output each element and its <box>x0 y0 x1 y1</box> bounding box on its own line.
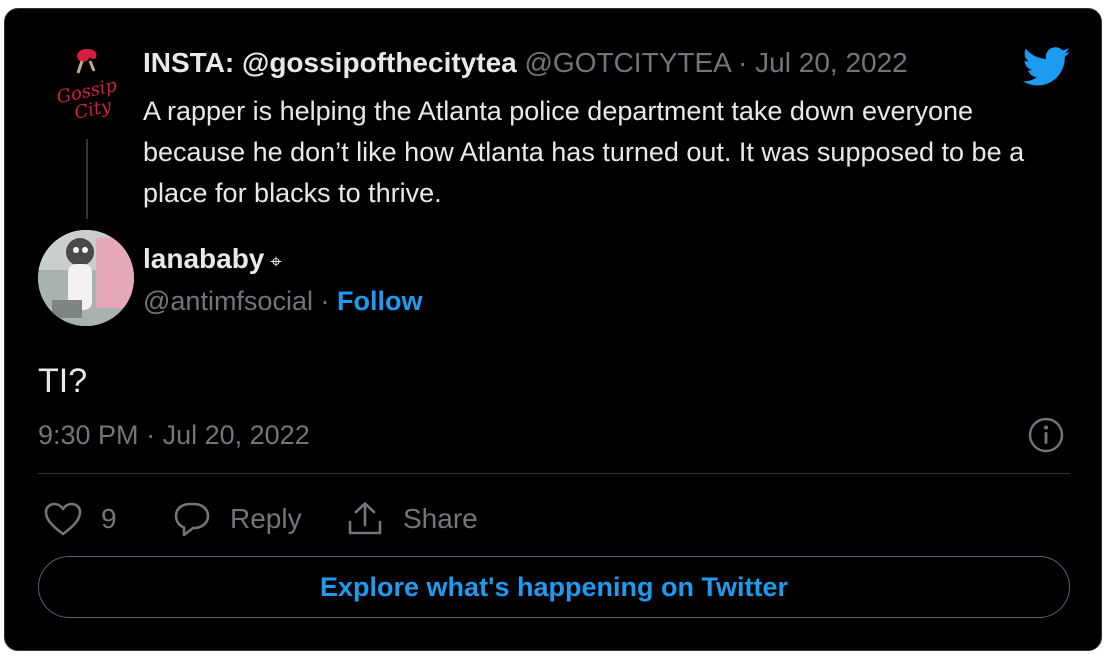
crosshair-icon: ⌖ <box>270 251 282 273</box>
info-icon[interactable] <box>1027 416 1065 454</box>
handle-separator: · <box>320 286 330 316</box>
author-display-name[interactable]: lanababy ⌖ <box>143 241 282 280</box>
quoted-author-name[interactable]: INSTA: @gossipofthecitytea <box>143 47 517 78</box>
quoted-tweet-header: INSTA: @gossipofthecitytea @GOTCITYTEA ·… <box>143 45 908 81</box>
follow-button[interactable]: Follow <box>337 286 422 316</box>
share-label: Share <box>403 503 478 534</box>
avatar-photo <box>38 230 134 326</box>
twitter-bird-icon[interactable] <box>1022 47 1071 87</box>
tweet-time: 9:30 PM <box>38 420 139 450</box>
quoted-tweet-date[interactable]: Jul 20, 2022 <box>755 47 908 78</box>
author-handle-row: @antimfsocial · Follow <box>143 283 422 319</box>
gossip-city-logo: Gossip City <box>38 39 134 135</box>
header-separator: · <box>738 47 748 78</box>
divider <box>38 473 1070 474</box>
tweet-text: TI? <box>38 362 88 400</box>
author-avatar[interactable] <box>38 230 134 326</box>
reply-button[interactable]: Reply <box>172 499 302 539</box>
speech-bubble-icon <box>172 500 212 538</box>
author-name-text: lanababy <box>143 243 265 274</box>
author-handle[interactable]: @antimfsocial <box>143 286 313 316</box>
tweet-timestamp[interactable]: 9:30 PM · Jul 20, 2022 <box>38 417 310 453</box>
quoted-author-handle[interactable]: @GOTCITYTEA <box>525 47 731 78</box>
reply-label: Reply <box>230 503 302 534</box>
thread-connector-line <box>86 139 88 219</box>
like-button[interactable]: 9 <box>43 499 117 539</box>
explore-twitter-button[interactable]: Explore what's happening on Twitter <box>38 556 1070 618</box>
tweet-embed-card: Gossip City INSTA: @gossipofthecitytea @… <box>4 8 1102 651</box>
quoted-tweet-text: A rapper is helping the Atlanta police d… <box>143 96 1025 208</box>
share-button[interactable]: Share <box>345 499 478 539</box>
heart-icon <box>43 501 83 537</box>
quoted-author-avatar[interactable]: Gossip City <box>38 39 134 135</box>
like-count: 9 <box>101 503 117 534</box>
timestamp-separator: · <box>146 420 156 450</box>
tweet-date: Jul 20, 2022 <box>162 420 310 450</box>
share-upload-icon <box>345 500 385 538</box>
